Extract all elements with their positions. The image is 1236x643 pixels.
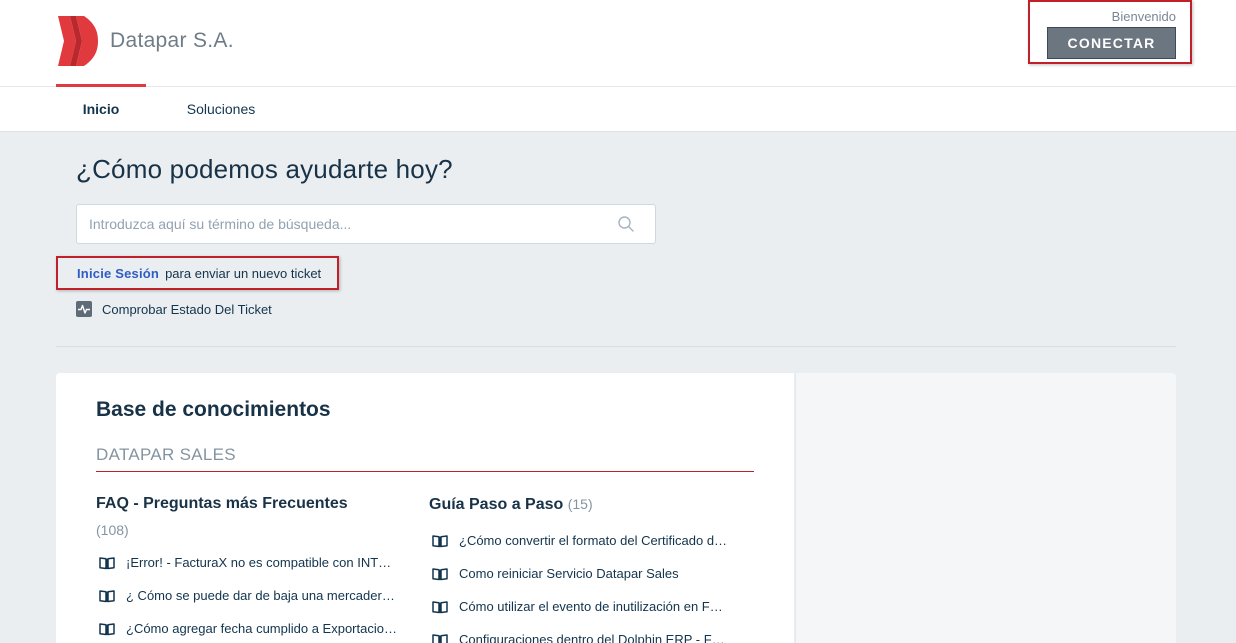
- check-ticket-status-label: Comprobar Estado Del Ticket: [102, 301, 272, 317]
- connect-button[interactable]: CONECTAR: [1047, 27, 1176, 59]
- sidebar-panel: [795, 373, 1176, 643]
- page-title: ¿Cómo podemos ayudarte hoy?: [76, 154, 453, 184]
- book-open-icon: [432, 633, 448, 643]
- folder-count: (108): [96, 522, 129, 538]
- article-title: ¿Cómo agregar fecha cumplido a Exportaci…: [126, 621, 397, 636]
- tab-soluciones[interactable]: Soluciones: [176, 87, 266, 131]
- book-open-icon: [432, 567, 448, 580]
- article-title: Cómo utilizar el evento de inutilización…: [459, 599, 723, 614]
- active-tab-indicator: [56, 84, 146, 87]
- book-open-icon: [99, 622, 115, 635]
- search-input[interactable]: [89, 205, 609, 243]
- main-nav: Inicio Soluciones: [0, 87, 1236, 132]
- article-title: Como reiniciar Servicio Datapar Sales: [459, 566, 679, 581]
- article-item[interactable]: Cómo utilizar el evento de inutilización…: [429, 590, 739, 623]
- activity-pulse-icon: [76, 301, 92, 317]
- book-open-icon: [99, 589, 115, 602]
- article-title: ¿ Cómo se puede dar de baja una mercader…: [126, 588, 398, 603]
- tab-inicio[interactable]: Inicio: [56, 87, 146, 131]
- article-item[interactable]: ¿ Cómo se puede dar de baja una mercader…: [96, 579, 406, 612]
- login-area: Bienvenido CONECTAR: [1028, 0, 1192, 64]
- site-header: Datapar S.A. Bienvenido CONECTAR: [0, 0, 1236, 87]
- search-box: [76, 204, 656, 244]
- article-item[interactable]: Como reiniciar Servicio Datapar Sales: [429, 557, 739, 590]
- folder-title[interactable]: FAQ - Preguntas más Frecuentes: [96, 493, 406, 515]
- article-item[interactable]: Configuraciones dentro del Dolphin ERP -…: [429, 623, 739, 643]
- book-open-icon: [432, 534, 448, 547]
- kb-title: Base de conocimientos: [96, 398, 331, 421]
- kb-category-title[interactable]: DATAPAR SALES: [96, 445, 236, 465]
- check-ticket-status-link[interactable]: Comprobar Estado Del Ticket: [76, 300, 272, 318]
- kb-category-underline: [96, 471, 754, 472]
- article-title: Configuraciones dentro del Dolphin ERP -…: [459, 632, 731, 643]
- kb-folder: Guía Paso a Paso (15) ¿Cómo convertir el…: [429, 493, 739, 643]
- article-item[interactable]: ¡Error! - FacturaX no es compatible con …: [96, 546, 406, 579]
- kb-folder: FAQ - Preguntas más Frecuentes (108) ¡Er…: [96, 493, 406, 643]
- signin-prompt-text: para enviar un nuevo ticket: [165, 265, 322, 281]
- signin-link[interactable]: Inicie Sesión: [77, 266, 159, 281]
- signin-prompt: Inicie Sesión para enviar un nuevo ticke…: [56, 256, 339, 290]
- search-icon[interactable]: [617, 215, 635, 233]
- brand-name: Datapar S.A.: [110, 29, 234, 52]
- section-divider: [56, 346, 1176, 347]
- folder-title-row[interactable]: Guía Paso a Paso (15): [429, 493, 739, 516]
- article-item[interactable]: ¿Cómo convertir el formato del Certifica…: [429, 524, 739, 557]
- article-item[interactable]: ¿Cómo agregar fecha cumplido a Exportaci…: [96, 612, 406, 643]
- article-title: ¡Error! - FacturaX no es compatible con …: [126, 555, 398, 570]
- article-title: ¿Cómo convertir el formato del Certifica…: [459, 533, 728, 548]
- welcome-text: Bienvenido: [1111, 9, 1176, 24]
- knowledge-base-card: Base de conocimientos DATAPAR SALES FAQ …: [56, 373, 794, 643]
- folder-count: (15): [567, 496, 593, 512]
- datapar-logo[interactable]: [56, 16, 98, 66]
- folder-title: Guía Paso a Paso: [429, 496, 564, 513]
- book-open-icon: [432, 600, 448, 613]
- book-open-icon: [99, 556, 115, 569]
